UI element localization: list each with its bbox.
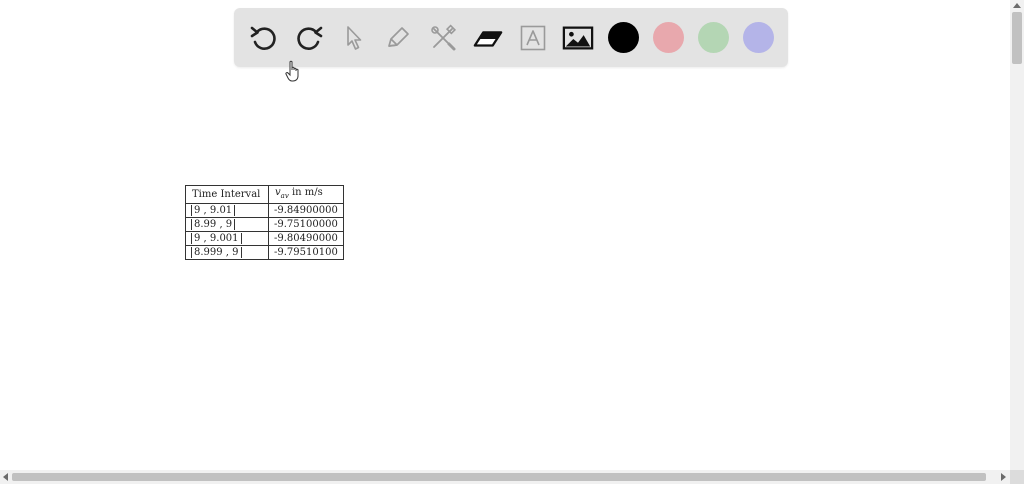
redo-button[interactable] (293, 22, 325, 54)
header-velocity-sub: av (280, 192, 289, 200)
color-black-swatch[interactable] (608, 22, 639, 53)
text-box-icon (520, 25, 546, 51)
interval-value: 9 , 9.001 (191, 233, 242, 244)
table-row: 8.99 , 9 -9.75100000 (185, 217, 344, 232)
header-time-interval: Time Interval (185, 185, 269, 204)
table-row: 9 , 9.001 -9.80490000 (185, 231, 344, 246)
whiteboard-canvas[interactable]: Time Interval vav in m/s 9 , 9.01 -9.849… (0, 0, 1024, 484)
undo-button[interactable] (248, 22, 280, 54)
velocity-cell: -9.84900000 (268, 203, 344, 218)
scroll-left-arrow-icon[interactable] (3, 473, 8, 481)
interval-cell: 8.999 , 9 (185, 245, 269, 260)
velocity-table: Time Interval vav in m/s 9 , 9.01 -9.849… (185, 185, 344, 260)
table-row: 9 , 9.01 -9.84900000 (185, 203, 344, 218)
table-header-row: Time Interval vav in m/s (185, 185, 344, 204)
eraser-tool-button[interactable] (472, 22, 504, 54)
tools-icon (431, 24, 457, 51)
scroll-up-arrow-icon[interactable] (1013, 3, 1021, 8)
redo-icon (297, 26, 323, 50)
header-velocity: vav in m/s (268, 185, 344, 204)
header-velocity-unit: in m/s (291, 187, 323, 198)
velocity-cell: -9.79510100 (268, 245, 344, 260)
interval-value: 9 , 9.01 (191, 205, 236, 216)
interval-cell: 9 , 9.001 (185, 231, 269, 246)
select-tool-button[interactable] (338, 22, 370, 54)
select-pointer-icon (347, 26, 362, 50)
interval-value: 8.999 , 9 (191, 247, 242, 258)
image-tool-button[interactable] (562, 22, 594, 54)
vertical-scrollbar-thumb[interactable] (1012, 12, 1022, 64)
velocity-cell: -9.75100000 (268, 217, 344, 232)
color-green-swatch[interactable] (698, 22, 729, 53)
scrollbar-corner (1010, 470, 1024, 484)
pen-tool-button[interactable] (382, 22, 414, 54)
eraser-icon (473, 31, 503, 47)
interval-value: 8.99 , 9 (191, 219, 236, 230)
undo-icon (250, 26, 276, 50)
drawing-toolbar (234, 8, 788, 67)
image-icon (562, 26, 594, 50)
horizontal-scrollbar-thumb[interactable] (12, 473, 986, 481)
tools-button[interactable] (427, 22, 459, 54)
pen-icon (388, 27, 409, 47)
interval-cell: 9 , 9.01 (185, 203, 269, 218)
color-purple-swatch[interactable] (743, 22, 774, 53)
velocity-cell: -9.80490000 (268, 231, 344, 246)
table-row: 8.999 , 9 -9.79510100 (185, 245, 344, 260)
interval-cell: 8.99 , 9 (185, 217, 269, 232)
scroll-right-arrow-icon[interactable] (1001, 473, 1006, 481)
vertical-scrollbar[interactable] (1010, 0, 1024, 470)
text-tool-button[interactable] (517, 22, 549, 54)
hand-cursor-icon (285, 60, 299, 82)
color-pink-swatch[interactable] (653, 22, 684, 53)
